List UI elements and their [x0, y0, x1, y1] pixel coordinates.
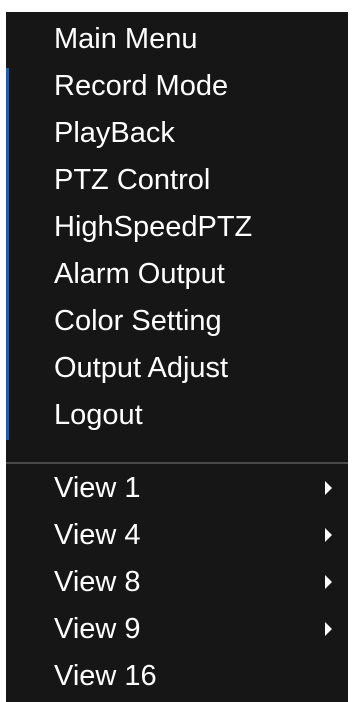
menu-item-record-mode[interactable]: Record Mode [54, 64, 334, 108]
menu-separator [6, 462, 348, 464]
view-label: View 9 [54, 613, 141, 645]
view-label: View 8 [54, 566, 141, 598]
submenu-arrow-icon [325, 528, 332, 542]
menu-item-view-4[interactable]: View 4 [54, 513, 344, 557]
view-label: View 16 [54, 660, 157, 692]
submenu-arrow-icon [325, 481, 332, 495]
menu-item-playback[interactable]: PlayBack [54, 111, 334, 155]
menu-item-view-8[interactable]: View 8 [54, 560, 344, 604]
menu-item-color-setting[interactable]: Color Setting [54, 299, 334, 343]
menu-item-output-adjust[interactable]: Output Adjust [54, 346, 334, 390]
accent-strip [6, 68, 9, 440]
menu-item-view-16[interactable]: View 16 [54, 654, 344, 698]
view-label: View 1 [54, 472, 141, 504]
menu-item-logout[interactable]: Logout [54, 393, 334, 437]
menu-item-main-menu[interactable]: Main Menu [54, 17, 334, 61]
menu-item-highspeedptz[interactable]: HighSpeedPTZ [54, 205, 334, 249]
context-menu: Main Menu Record Mode PlayBack PTZ Contr… [6, 12, 348, 702]
menu-item-alarm-output[interactable]: Alarm Output [54, 252, 334, 296]
submenu-arrow-icon [325, 575, 332, 589]
view-label: View 4 [54, 519, 141, 551]
menu-item-view-1[interactable]: View 1 [54, 466, 344, 510]
menu-item-view-9[interactable]: View 9 [54, 607, 344, 651]
menu-item-ptz-control[interactable]: PTZ Control [54, 158, 334, 202]
submenu-arrow-icon [325, 622, 332, 636]
